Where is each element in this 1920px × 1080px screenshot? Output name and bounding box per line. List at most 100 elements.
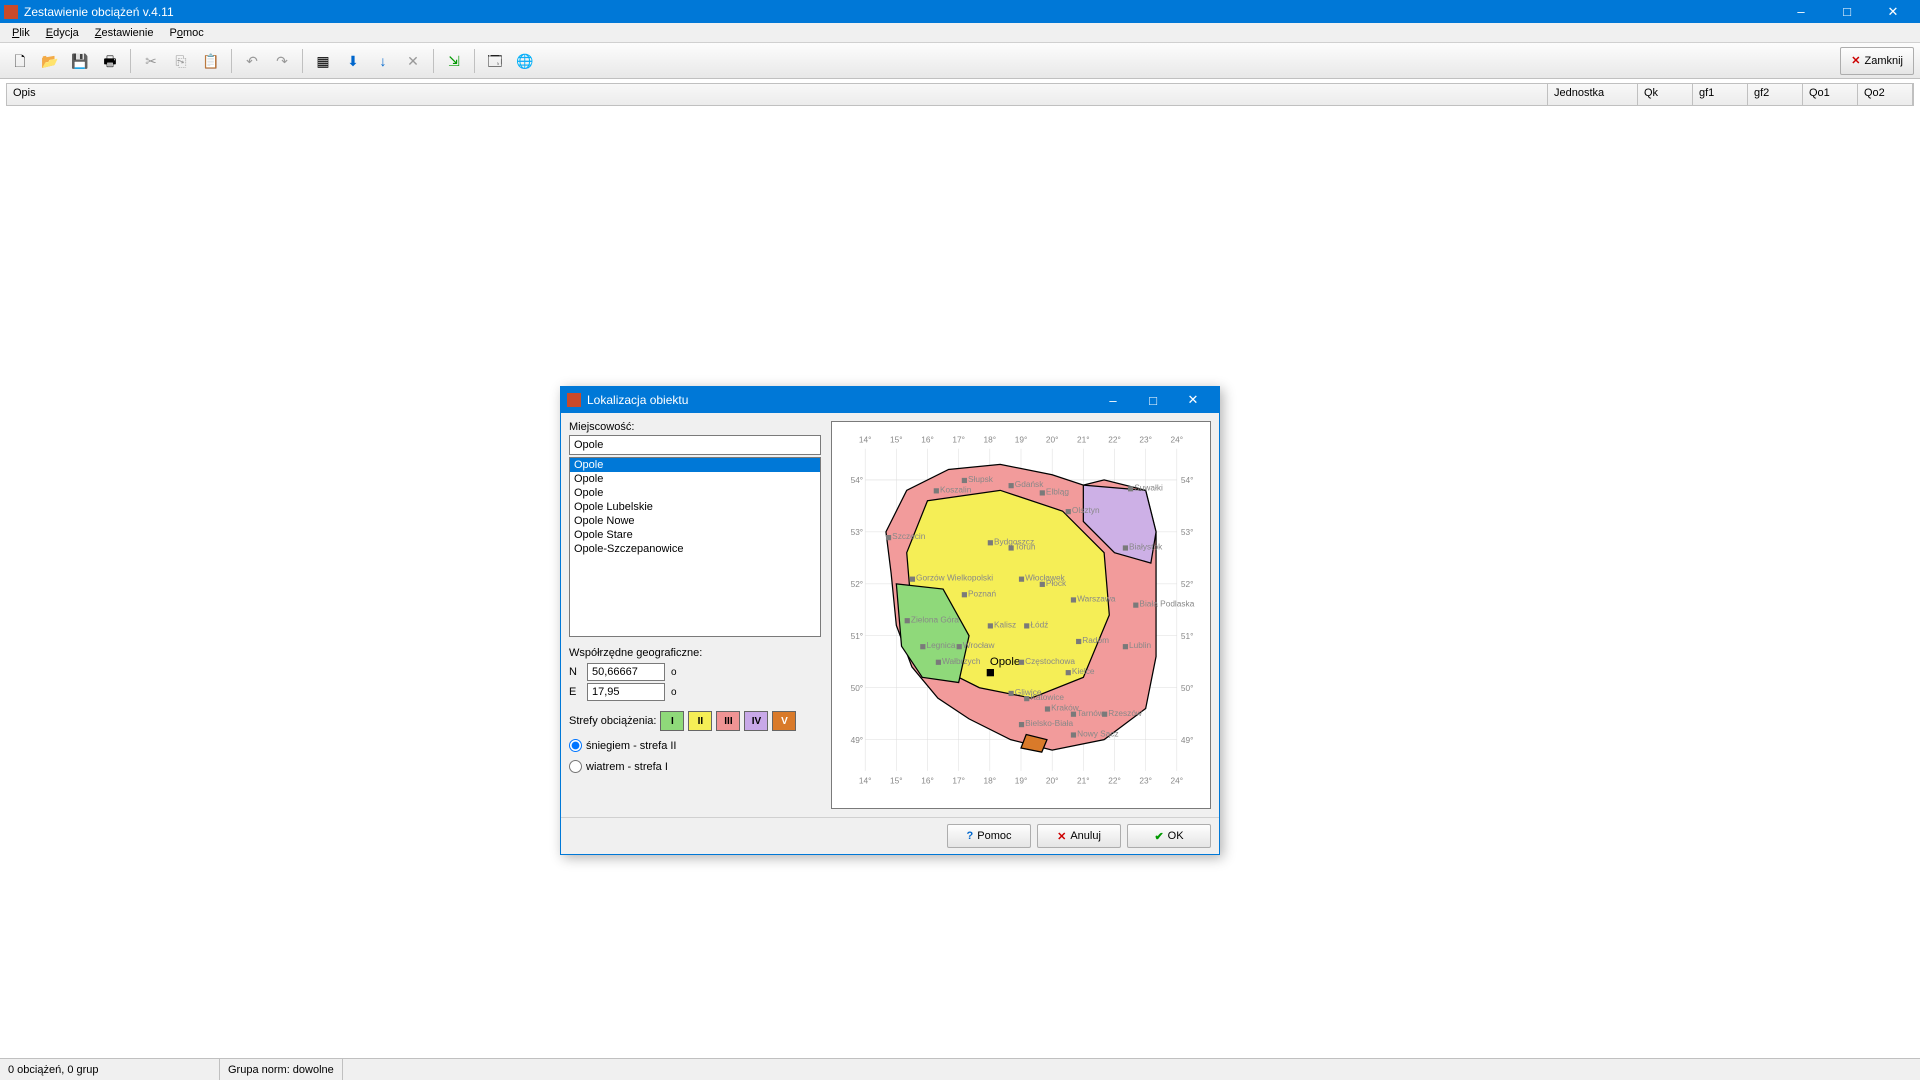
folder-open-icon: 📂 <box>41 54 58 68</box>
dialog-maximize-button[interactable]: □ <box>1133 387 1173 413</box>
undo-button[interactable]: ↶ <box>238 47 266 75</box>
map-panel[interactable]: Opole KoszalinSłupskGdańskElblągOlsztynS… <box>831 421 1211 809</box>
svg-text:54°: 54° <box>851 475 864 485</box>
coord-n-input[interactable] <box>587 663 665 681</box>
menu-file[interactable]: Plik <box>4 25 38 41</box>
list-item[interactable]: Opole <box>570 472 820 486</box>
svg-text:17°: 17° <box>952 435 965 445</box>
card-button[interactable]: 🗔 <box>481 47 509 75</box>
close-button[interactable]: ✕ <box>1870 0 1916 23</box>
copy-button[interactable]: ⎘ <box>167 47 195 75</box>
miejscowosc-input[interactable] <box>569 435 821 455</box>
svg-text:18°: 18° <box>984 775 997 785</box>
arrow-down-icon: ↓ <box>380 54 387 68</box>
col-qo1[interactable]: Qo1 <box>1803 84 1858 105</box>
list-item[interactable]: Opole <box>570 486 820 500</box>
col-opis[interactable]: Opis <box>7 84 1548 105</box>
svg-text:15°: 15° <box>890 775 903 785</box>
svg-text:53°: 53° <box>851 527 864 537</box>
col-jednostka[interactable]: Jednostka <box>1548 84 1638 105</box>
svg-text:50°: 50° <box>1181 683 1194 693</box>
menu-help[interactable]: Pomoc <box>161 25 211 41</box>
maximize-button[interactable]: □ <box>1824 0 1870 23</box>
arrow-down-2-button[interactable]: ↓ <box>369 47 397 75</box>
toolbar-close-label: Zamknij <box>1864 55 1903 67</box>
list-item[interactable]: Opole Lubelskie <box>570 500 820 514</box>
dialog-lokalizacja: Lokalizacja obiektu ‒ □ ✕ Miejscowość: O… <box>560 386 1220 855</box>
table-button[interactable]: ▦ <box>309 47 337 75</box>
miejscowosc-listbox[interactable]: Opole Opole Opole Opole Lubelskie Opole … <box>569 457 821 637</box>
zone-4[interactable]: IV <box>744 711 768 731</box>
col-qk[interactable]: Qk <box>1638 84 1693 105</box>
radio-snow[interactable] <box>569 739 582 752</box>
zone-3[interactable]: III <box>716 711 740 731</box>
svg-text:Kalisz: Kalisz <box>994 619 1016 629</box>
dialog-ok-button[interactable]: ✔OK <box>1127 824 1211 848</box>
svg-text:51°: 51° <box>1181 631 1194 641</box>
coord-e-input[interactable] <box>587 683 665 701</box>
cancel-icon: ✕ <box>1057 830 1066 843</box>
app-title: Zestawienie obciążeń v.4.11 <box>24 5 1778 19</box>
svg-text:21°: 21° <box>1077 775 1090 785</box>
save-button[interactable]: 💾 <box>66 47 94 75</box>
globe-button[interactable]: 🌐 <box>511 47 539 75</box>
svg-text:52°: 52° <box>851 579 864 589</box>
minimize-button[interactable]: ‒ <box>1778 0 1824 23</box>
svg-text:Nowy Sącz: Nowy Sącz <box>1077 729 1119 739</box>
cut-button[interactable]: ✂ <box>137 47 165 75</box>
open-button[interactable]: 📂 <box>36 47 64 75</box>
radio-snow-row[interactable]: śniegiem - strefa II <box>569 739 821 752</box>
radio-wind[interactable] <box>569 760 582 773</box>
tree-icon: ⇲ <box>448 54 460 68</box>
dialog-minimize-button[interactable]: ‒ <box>1093 387 1133 413</box>
globe-icon: 🌐 <box>516 54 533 68</box>
list-item[interactable]: Opole <box>570 458 820 472</box>
col-gf1[interactable]: gf1 <box>1693 84 1748 105</box>
new-button[interactable]: 🗋 <box>6 47 34 75</box>
list-item[interactable]: Opole Stare <box>570 528 820 542</box>
content-area: Opis Jednostka Qk gf1 gf2 Qo1 Qo2 Lokali… <box>0 79 1920 1058</box>
file-icon: 🗋 <box>14 54 25 68</box>
grid-header: Opis Jednostka Qk gf1 gf2 Qo1 Qo2 <box>6 83 1914 106</box>
zone-1[interactable]: I <box>660 711 684 731</box>
dialog-help-button[interactable]: ?Pomoc <box>947 824 1031 848</box>
map-marker-label: Opole <box>990 656 1020 668</box>
svg-text:Tarnów: Tarnów <box>1077 708 1105 718</box>
dialog-titlebar[interactable]: Lokalizacja obiektu ‒ □ ✕ <box>561 387 1219 413</box>
tree-button[interactable]: ⇲ <box>440 47 468 75</box>
svg-text:49°: 49° <box>851 735 864 745</box>
radio-wind-row[interactable]: wiatrem - strefa I <box>569 760 821 773</box>
dialog-icon <box>567 393 581 407</box>
dialog-close-button[interactable]: ✕ <box>1173 387 1213 413</box>
radio-wind-label: wiatrem - strefa I <box>586 761 668 773</box>
deg-symbol: o <box>671 667 677 678</box>
print-button[interactable]: 🖶 <box>96 47 124 75</box>
svg-text:24°: 24° <box>1171 775 1184 785</box>
svg-text:Warszawa: Warszawa <box>1077 593 1116 603</box>
toolbar-close-button[interactable]: ✕ Zamknij <box>1840 47 1914 75</box>
dialog-cancel-button[interactable]: ✕Anuluj <box>1037 824 1121 848</box>
svg-text:Kraków: Kraków <box>1051 703 1080 713</box>
zone-5[interactable]: V <box>772 711 796 731</box>
svg-text:18°: 18° <box>984 435 997 445</box>
col-qo2[interactable]: Qo2 <box>1858 84 1913 105</box>
redo-button[interactable]: ↷ <box>268 47 296 75</box>
svg-text:21°: 21° <box>1077 435 1090 445</box>
delete-button[interactable]: ✕ <box>399 47 427 75</box>
paste-button[interactable]: 📋 <box>197 47 225 75</box>
svg-text:19°: 19° <box>1015 775 1028 785</box>
menu-zestawienie[interactable]: Zestawienie <box>87 25 162 41</box>
list-item[interactable]: Opole-Szczepanowice <box>570 542 820 556</box>
paste-icon: 📋 <box>202 54 219 68</box>
svg-text:14°: 14° <box>859 775 872 785</box>
arrow-down-1-button[interactable]: ⬇ <box>339 47 367 75</box>
svg-text:20°: 20° <box>1046 775 1059 785</box>
menubar: Plik Edycja Zestawienie Pomoc <box>0 23 1920 43</box>
list-item[interactable]: Opole Nowe <box>570 514 820 528</box>
menu-edit[interactable]: Edycja <box>38 25 87 41</box>
col-gf2[interactable]: gf2 <box>1748 84 1803 105</box>
svg-text:Legnica: Legnica <box>926 640 955 650</box>
svg-text:49°: 49° <box>1181 735 1194 745</box>
svg-text:16°: 16° <box>921 775 934 785</box>
zone-2[interactable]: II <box>688 711 712 731</box>
